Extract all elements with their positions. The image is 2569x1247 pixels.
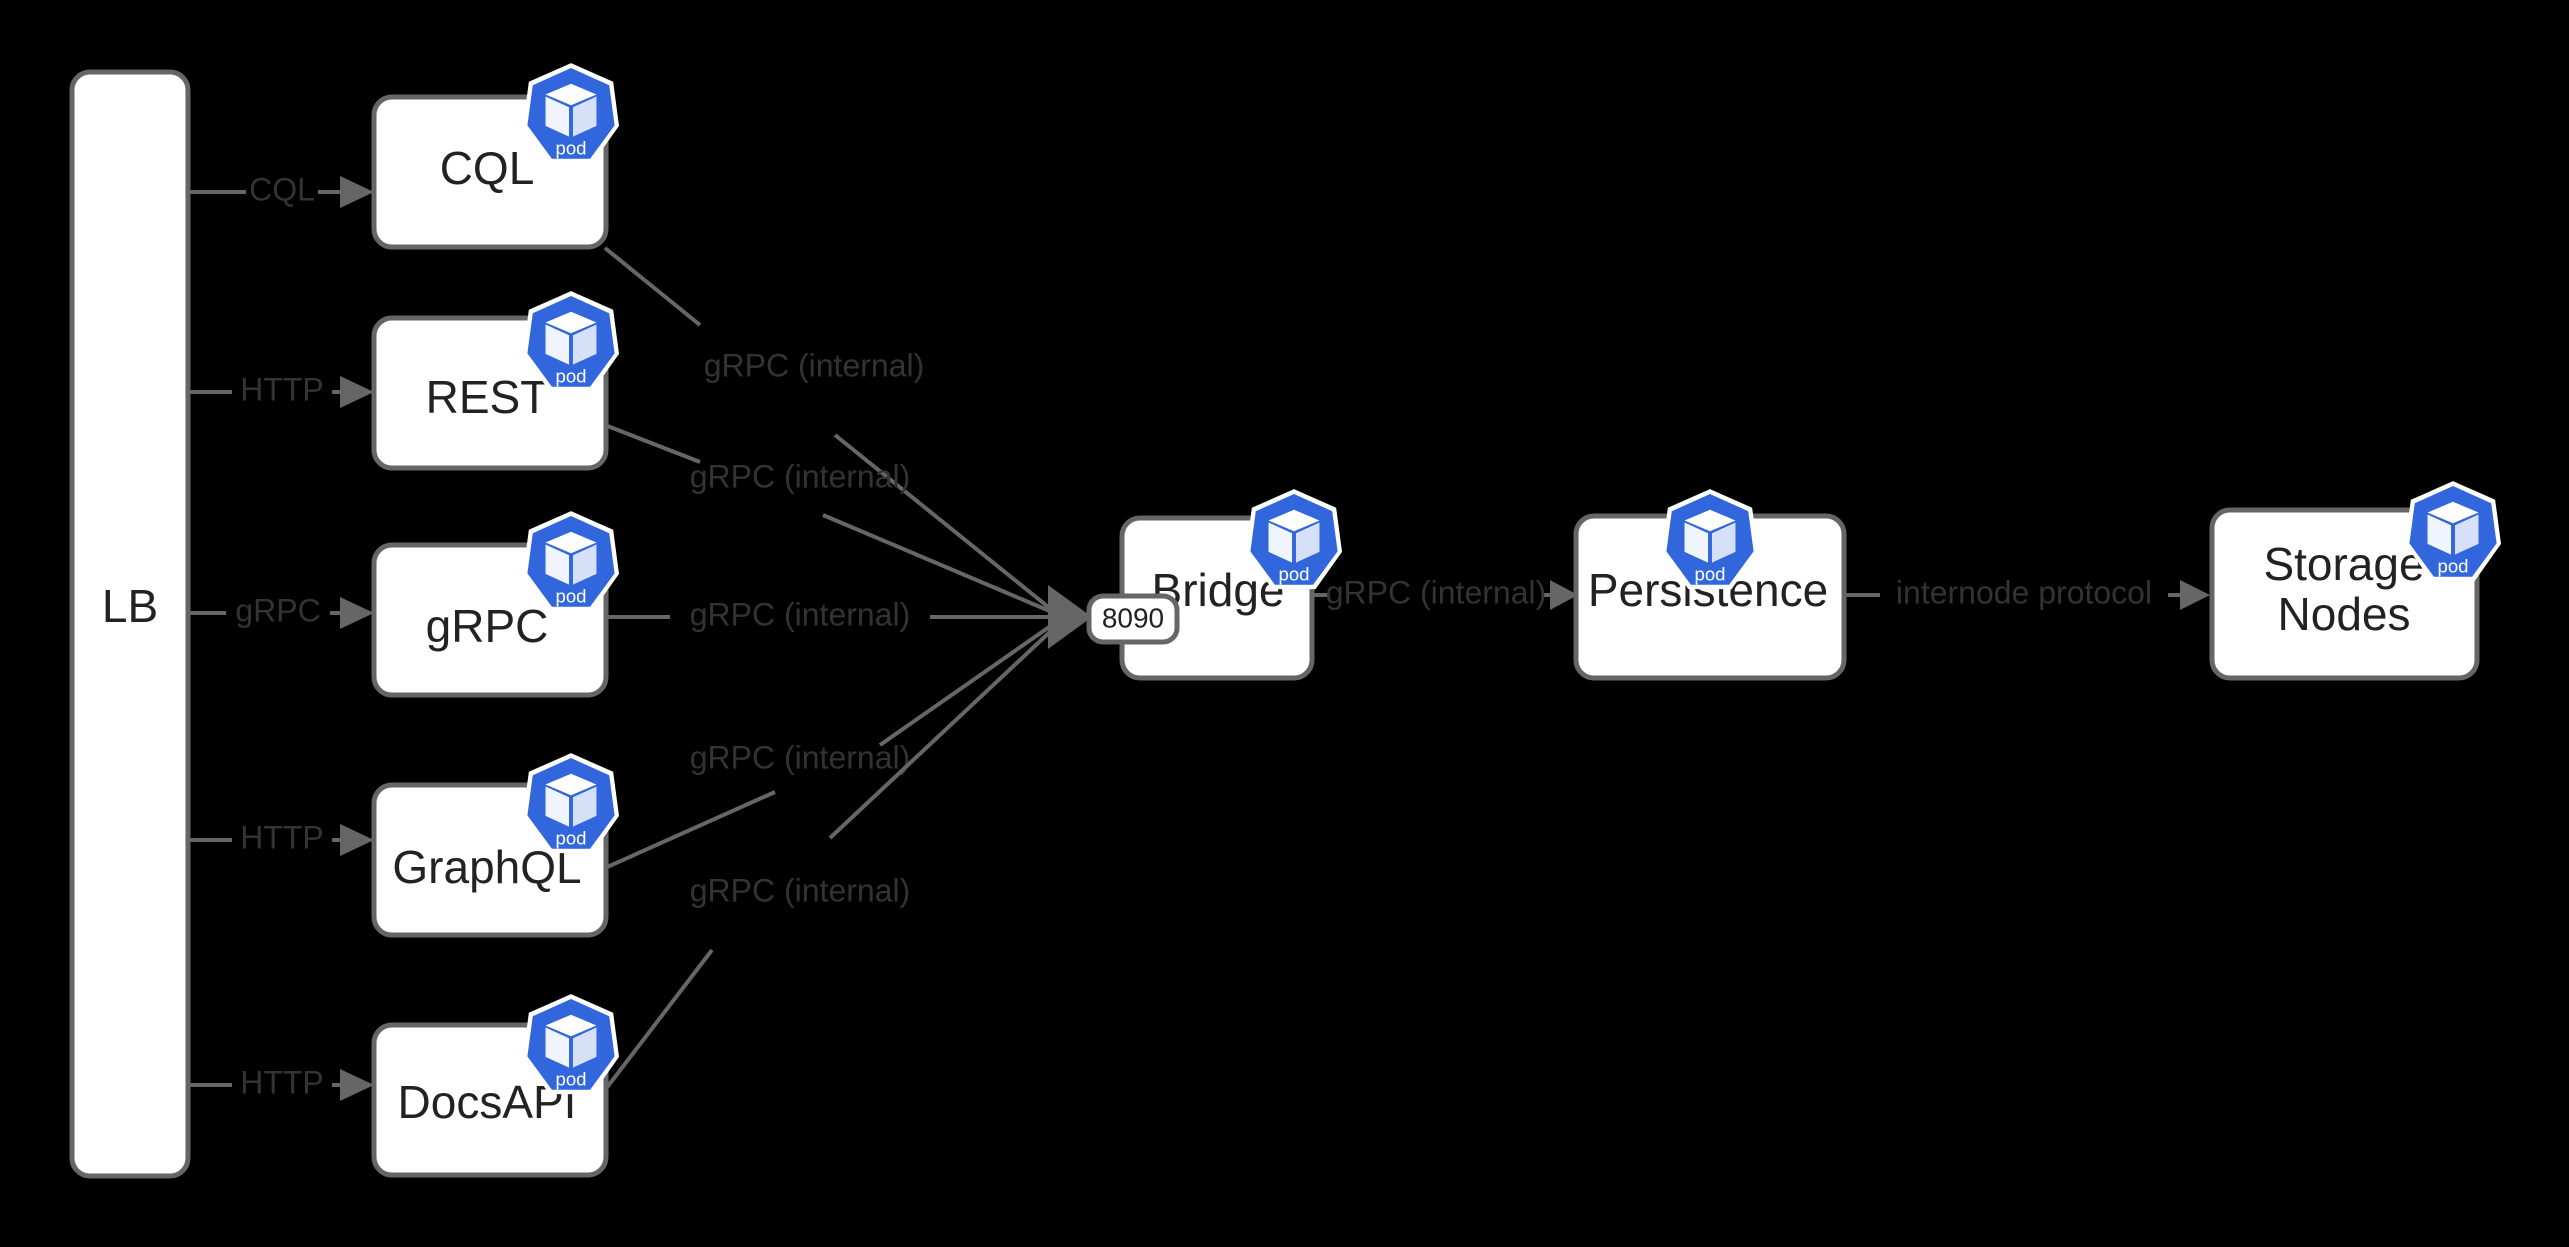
node-cql[interactable]: CQL: [371, 63, 620, 250]
edge-label-lb-graphql: HTTP: [240, 819, 324, 855]
node-lb-label: LB: [102, 580, 158, 632]
node-storage-label-line2: Nodes: [2278, 588, 2411, 640]
edge-cql-bridge: gRPC (internal): [603, 246, 1054, 612]
node-rest-label: REST: [426, 371, 549, 423]
edge-label-lb-docsapi: HTTP: [240, 1064, 324, 1100]
edge-label-bridge-persist: gRPC (internal): [1326, 574, 1547, 610]
node-grpc-label: gRPC: [426, 600, 549, 652]
edge-label-persist-storage: internode protocol: [1896, 574, 2152, 610]
edge-label-lb-rest: HTTP: [240, 371, 324, 407]
node-storage-label-line1: Storage: [2263, 538, 2424, 590]
edge-persist-storage: internode protocol: [1840, 574, 2210, 610]
edge-rest-bridge: gRPC (internal): [604, 423, 1053, 614]
edge-label-graphql-bridge: gRPC (internal): [690, 739, 911, 775]
port-badge-label: 8090: [1102, 602, 1164, 633]
edge-grpc-bridge: gRPC (internal): [605, 596, 1052, 632]
edge-label-lb-cql: CQL: [249, 171, 315, 207]
node-grpc[interactable]: gRPC: [371, 511, 620, 698]
bridge-convergence-arrowhead: [1048, 585, 1092, 649]
edge-label-grpc-bridge: gRPC (internal): [690, 596, 911, 632]
node-persistence[interactable]: Persistence: [1573, 489, 1847, 681]
edge-graphql-bridge: gRPC (internal): [604, 623, 1054, 870]
diagram-canvas: pod CQL HTTP gRPC HTTP HTTP: [69, 63, 2502, 1179]
edge-lb-docsapi: HTTP: [190, 1064, 374, 1101]
architecture-diagram: pod CQL HTTP gRPC HTTP HTTP: [0, 0, 2569, 1247]
edge-lb-rest: HTTP: [190, 371, 374, 408]
edge-label-docsapi-bridge: gRPC (internal): [690, 872, 911, 908]
edge-bridge-persist: gRPC (internal): [1312, 574, 1578, 610]
node-docsapi[interactable]: DocsAPI: [371, 994, 620, 1178]
edge-lb-graphql: HTTP: [190, 819, 374, 856]
edge-lb-cql: CQL: [190, 171, 374, 208]
node-cql-label: CQL: [440, 142, 535, 194]
edge-label-lb-grpc: gRPC: [235, 592, 320, 628]
edge-docsapi-bridge: gRPC (internal): [603, 628, 1054, 1092]
edge-label-rest-bridge: gRPC (internal): [690, 458, 911, 494]
node-rest[interactable]: REST: [371, 291, 620, 471]
node-graphql[interactable]: GraphQL: [371, 753, 620, 938]
port-badge-bridge[interactable]: 8090: [1086, 593, 1180, 645]
edge-label-cql-bridge: gRPC (internal): [704, 347, 925, 383]
node-bridge[interactable]: Bridge 8090: [1086, 489, 1343, 681]
edge-lb-grpc: gRPC: [190, 592, 374, 629]
node-lb[interactable]: LB: [69, 69, 191, 1179]
node-storage[interactable]: Storage Nodes: [2209, 481, 2502, 681]
